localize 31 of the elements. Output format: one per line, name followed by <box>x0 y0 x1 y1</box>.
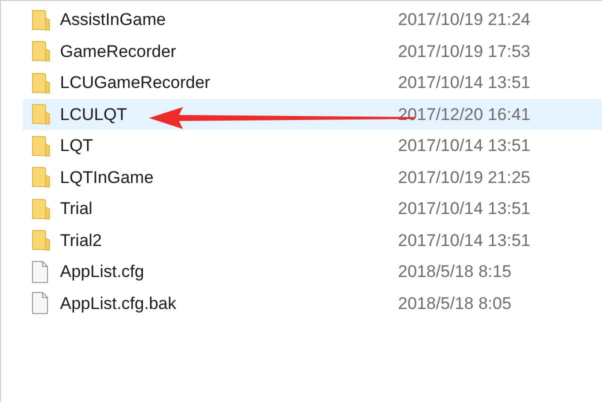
modified-date: 2017/12/20 16:41 <box>398 104 530 126</box>
file-name: AppList.cfg <box>60 261 144 283</box>
modified-date: 2017/10/19 17:53 <box>398 40 530 62</box>
folder-icon <box>32 103 50 126</box>
folder-icon <box>32 8 50 31</box>
file-name: LQT <box>60 135 94 157</box>
modified-date: 2017/10/19 21:25 <box>398 166 530 188</box>
file-row[interactable]: LCULQT 2017/12/20 16:41 <box>23 98 602 130</box>
folder-icon <box>32 198 50 220</box>
folder-icon <box>32 134 50 157</box>
file-name: LCULQT <box>60 104 128 126</box>
folder-icon <box>32 166 50 188</box>
file-name: AssistInGame <box>60 9 166 31</box>
modified-date: 2018/5/18 8:05 <box>398 292 512 314</box>
file-name: LQTInGame <box>60 166 154 188</box>
modified-date: 2017/10/19 21:24 <box>398 9 530 31</box>
document-icon <box>32 292 48 314</box>
file-name: GameRecorder <box>60 40 176 62</box>
folder-icon <box>32 229 50 252</box>
file-name: LCUGameRecorder <box>60 72 210 94</box>
modified-date: 2017/10/14 13:51 <box>398 230 530 252</box>
folder-icon <box>32 72 50 94</box>
modified-date: 2017/10/14 13:51 <box>398 72 530 94</box>
folder-icon <box>32 40 50 62</box>
modified-date: 2017/10/14 13:51 <box>398 135 530 157</box>
file-name: Trial2 <box>60 230 102 252</box>
modified-date: 2018/5/18 8:15 <box>398 261 512 283</box>
file-name: Trial <box>60 198 92 220</box>
document-icon <box>32 260 48 283</box>
file-name: AppList.cfg.bak <box>60 292 176 314</box>
modified-date: 2017/10/14 13:51 <box>398 198 530 220</box>
